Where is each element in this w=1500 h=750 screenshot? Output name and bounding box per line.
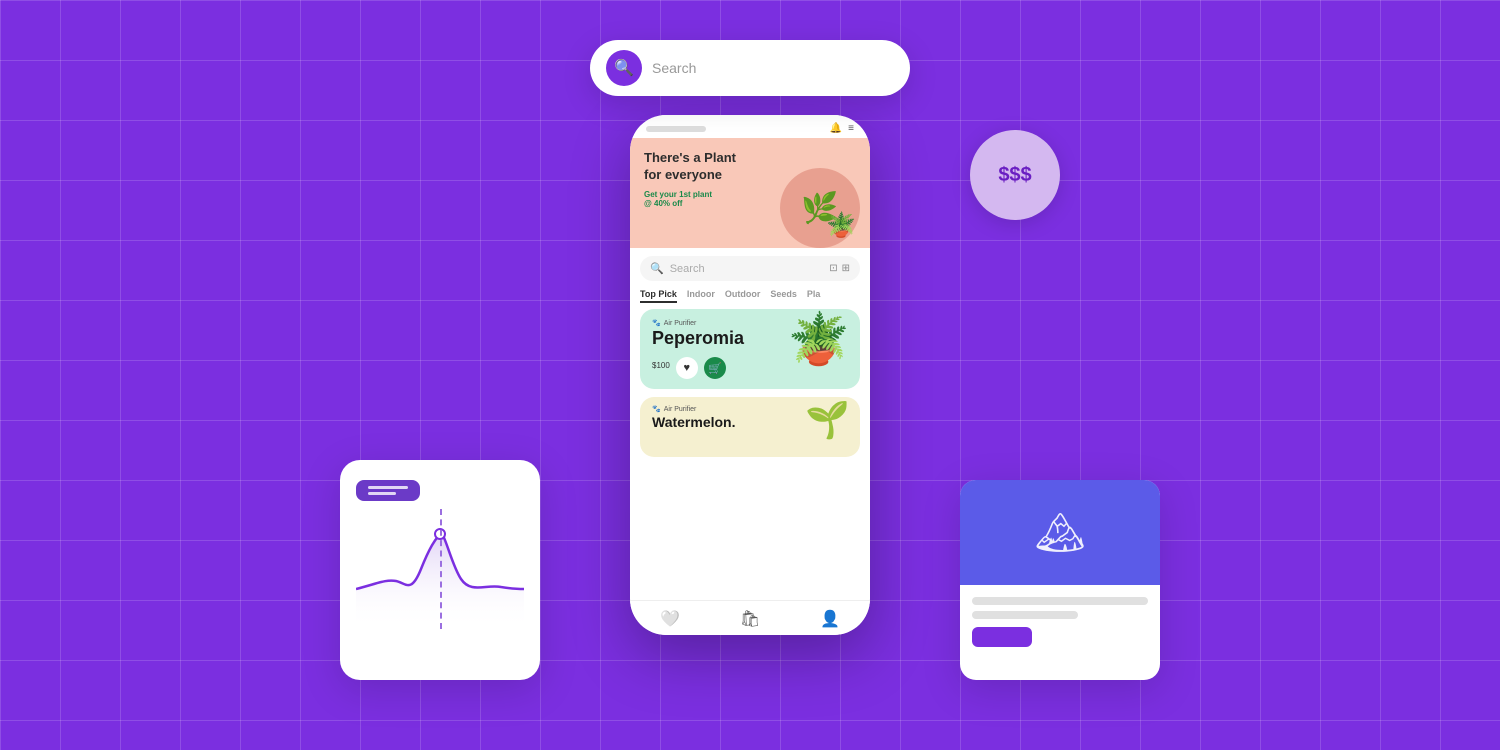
- image-card-bottom: [960, 585, 1160, 659]
- phone-mockup: 🔔 ≡ There's a Plant for everyone Get you…: [630, 115, 870, 635]
- phone-search-actions: ⊡ ⊞: [829, 263, 850, 274]
- floating-search-bar[interactable]: 🔍 Search: [590, 40, 910, 96]
- nav-profile-icon[interactable]: 👤: [820, 609, 840, 629]
- hero-title: There's a Plant for everyone: [644, 150, 744, 184]
- search-icon: 🔍: [614, 58, 634, 78]
- product-actions-1: $100 ♥ 🛒: [652, 357, 726, 379]
- phone-search-bar[interactable]: 🔍 Search ⊡ ⊞: [640, 256, 860, 281]
- category-tab-indoor[interactable]: Indoor: [687, 289, 715, 303]
- filter-icon[interactable]: ⊞: [842, 263, 850, 274]
- card-text-line-1: [972, 597, 1148, 605]
- chart-dashed-line: [440, 509, 442, 629]
- product-card-peperomia: 🐾 Air Purifier Peperomia 🪴 $100 ♥ 🛒: [640, 309, 860, 389]
- tooltip-line-2: [368, 492, 396, 495]
- wishlist-button-1[interactable]: ♥: [676, 357, 698, 379]
- card-cta-button[interactable]: [972, 627, 1032, 647]
- nav-shop-icon[interactable]: 🛍: [740, 609, 760, 629]
- product-plant-image-1: 🪴: [788, 314, 850, 364]
- phone-status-bar: 🔔 ≡: [630, 115, 870, 138]
- scan-icon[interactable]: ⊡: [829, 263, 837, 274]
- product-price-1: $100: [652, 361, 670, 379]
- search-icon-circle: 🔍: [606, 50, 642, 86]
- cart-button-1[interactable]: 🛒: [704, 357, 726, 379]
- card-text-line-2: [972, 611, 1078, 619]
- phone-notch: [646, 126, 706, 132]
- hero-banner: There's a Plant for everyone Get your 1s…: [630, 138, 870, 248]
- plant-decoration: 🪴: [826, 211, 856, 240]
- phone-status-icons: 🔔 ≡: [830, 123, 854, 134]
- product-card-watermelon: 🐾 Air Purifier Watermelon. 🌱: [640, 397, 860, 457]
- phone-search-placeholder: Search: [670, 263, 824, 275]
- image-card-top: 🏔: [960, 480, 1160, 585]
- menu-icon: ≡: [848, 123, 854, 134]
- category-tab-more[interactable]: Pla: [807, 289, 821, 303]
- chart-card: [340, 460, 540, 680]
- nav-wishlist-icon[interactable]: 🤍: [660, 609, 680, 629]
- chart-area: [356, 509, 524, 629]
- phone-search-icon: 🔍: [650, 262, 664, 275]
- product-plant-image-2: 🌱: [805, 402, 850, 438]
- mountain-icon: 🏔: [1035, 509, 1086, 556]
- chart-tooltip: [356, 480, 420, 501]
- phone-bottom-nav: 🤍 🛍 👤: [630, 600, 870, 635]
- tooltip-lines: [368, 486, 408, 495]
- category-tab-top-pick[interactable]: Top Pick: [640, 289, 677, 303]
- category-tab-seeds[interactable]: Seeds: [770, 289, 797, 303]
- category-tabs: Top Pick Indoor Outdoor Seeds Pla: [630, 289, 870, 309]
- category-tab-outdoor[interactable]: Outdoor: [725, 289, 761, 303]
- bell-icon: 🔔: [830, 123, 842, 134]
- floating-search-input[interactable]: Search: [652, 60, 894, 76]
- money-badge: $$$: [970, 130, 1060, 220]
- scene-container: 🔍 Search $$$ 🔔 ≡ There's a Plant for eve…: [500, 50, 1000, 700]
- tooltip-line-1: [368, 486, 408, 489]
- image-card: 🏔: [960, 480, 1160, 680]
